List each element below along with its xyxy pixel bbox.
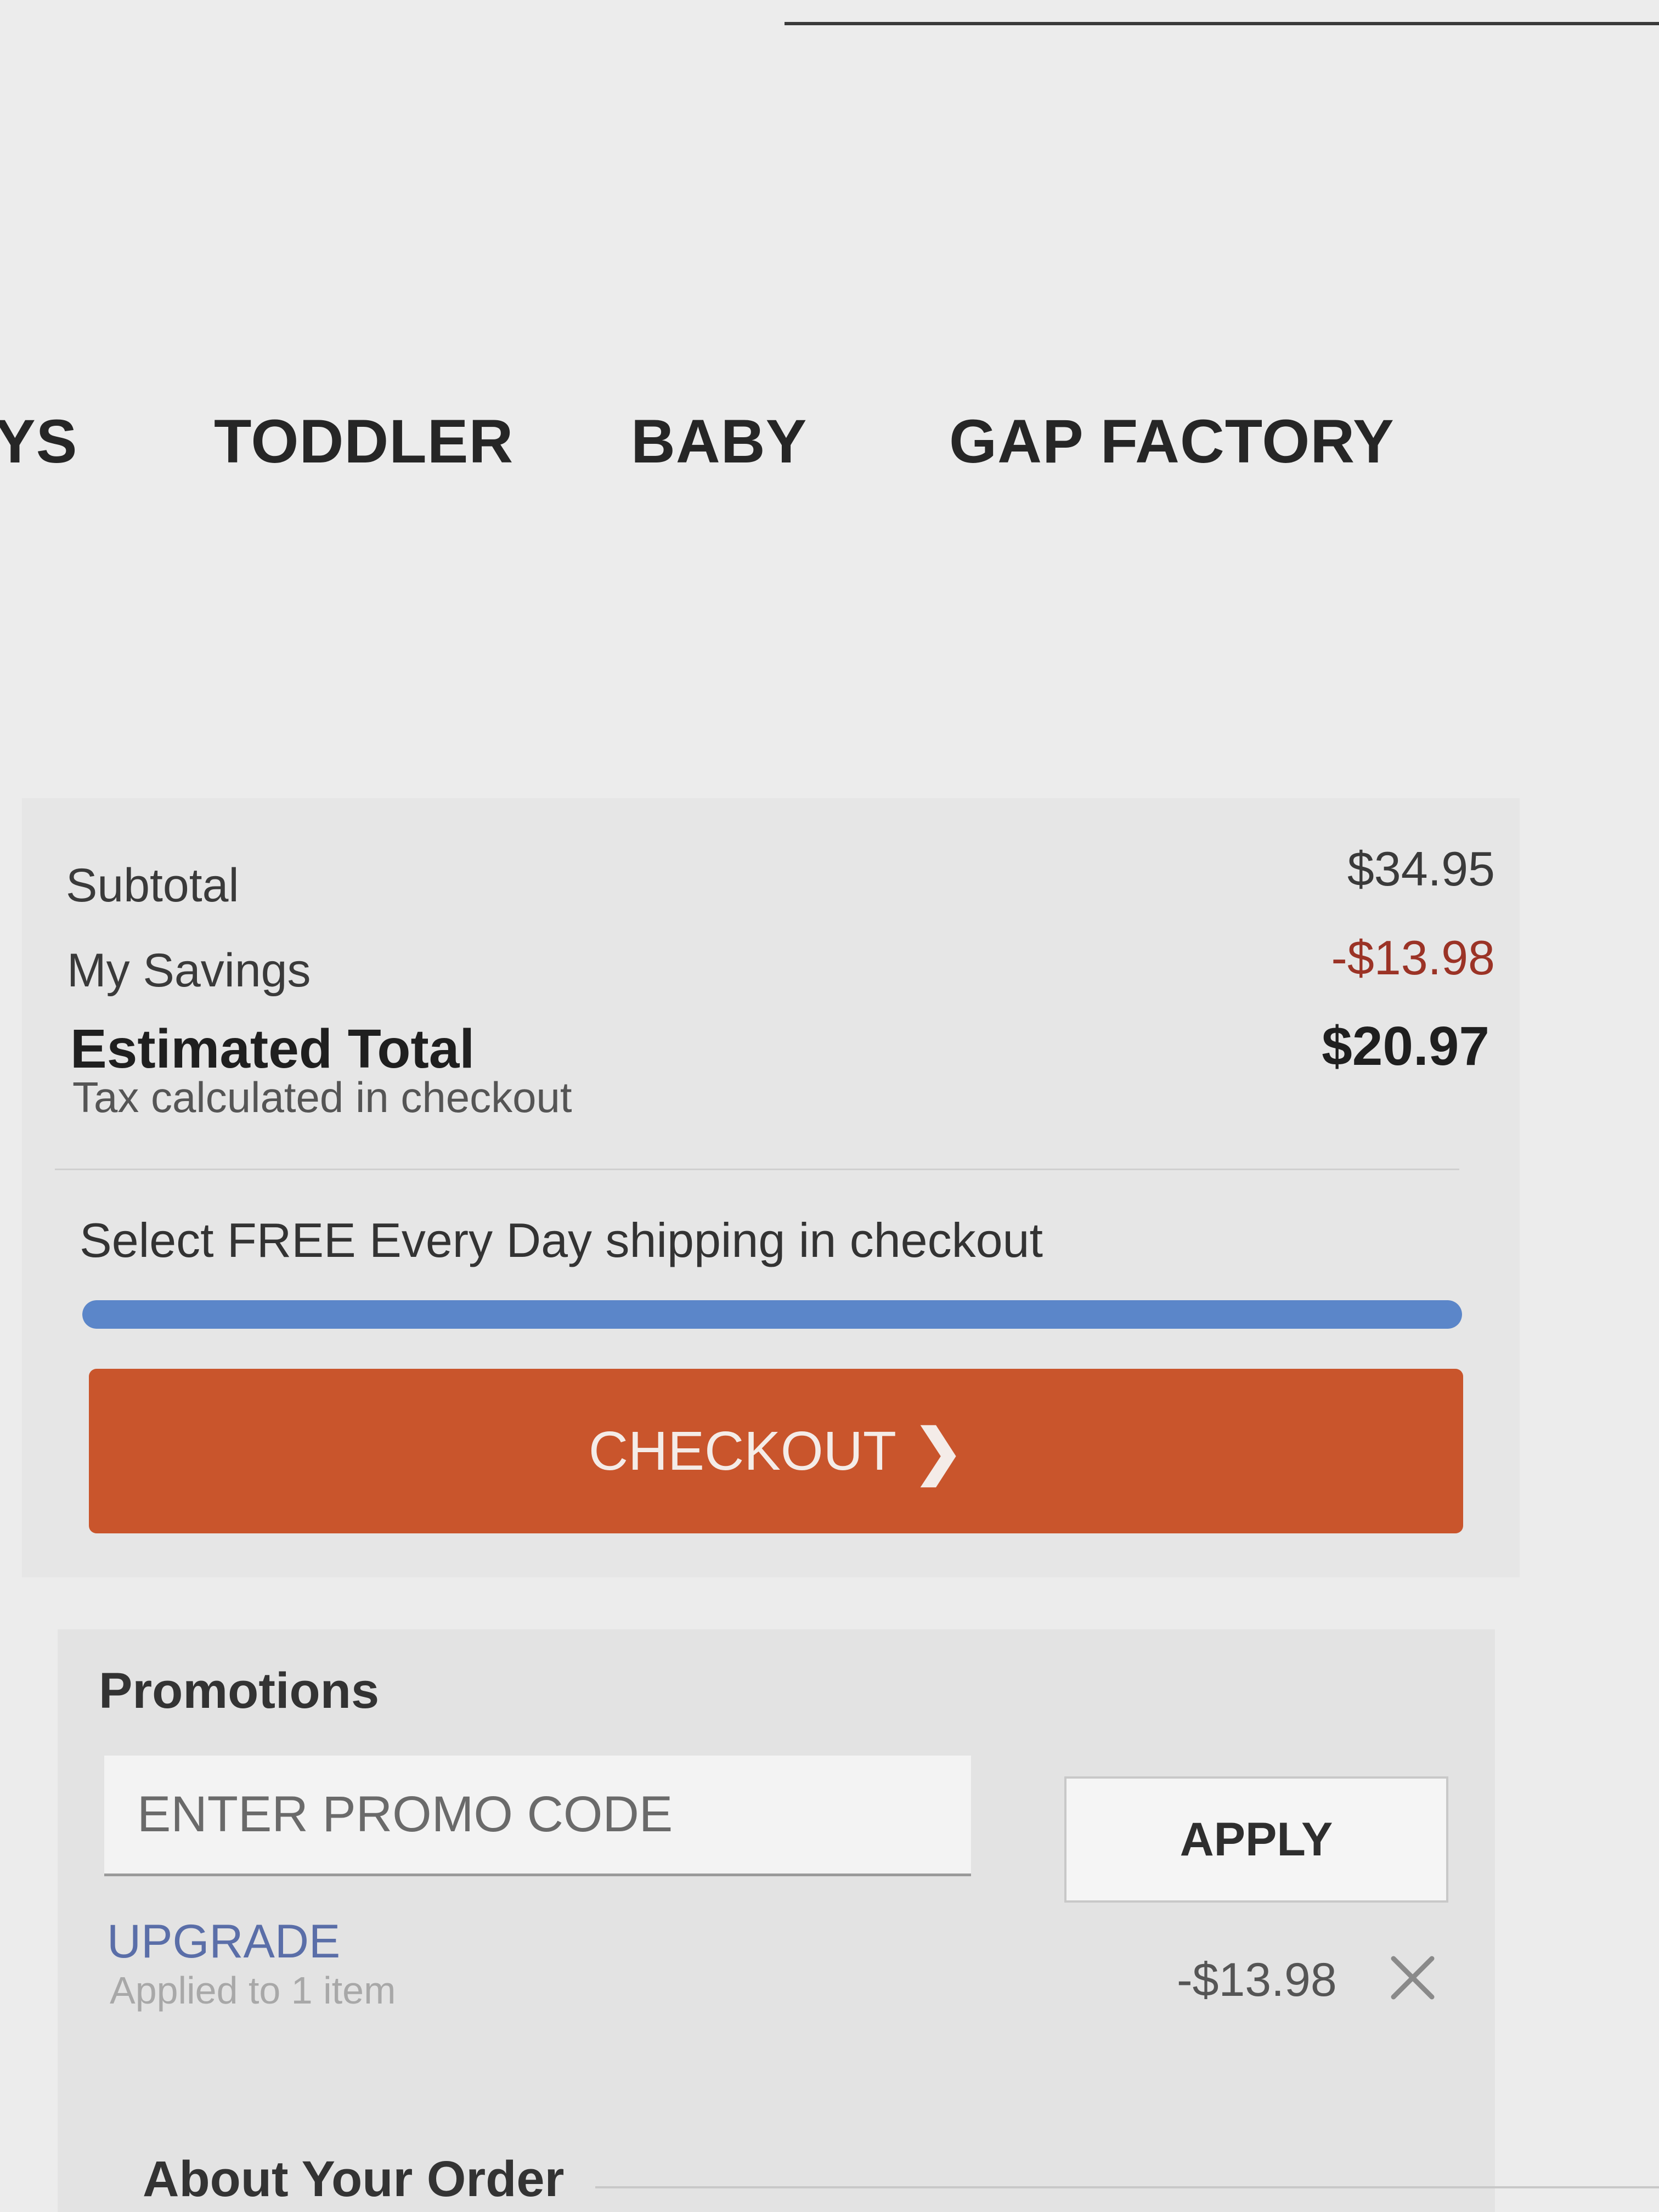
shipping-progress-fill (82, 1300, 1462, 1329)
checkout-button[interactable]: CHECKOUT ❯ (89, 1369, 1463, 1533)
checkout-label: CHECKOUT (588, 1420, 896, 1482)
nav-item-boys[interactable]: YS (0, 406, 77, 477)
shipping-message: Select FREE Every Day shipping in checko… (80, 1213, 1043, 1267)
subtotal-label: Subtotal (66, 859, 239, 912)
top-divider (785, 22, 1659, 25)
tax-note: Tax calculated in checkout (72, 1073, 572, 1121)
promotions-title: Promotions (99, 1663, 380, 1719)
savings-value: -$13.98 (1331, 930, 1495, 985)
promotions-panel: Promotions APPLY UPGRADE Applied to 1 it… (58, 1629, 1495, 2212)
applied-promo-amount: -$13.98 (1177, 1954, 1337, 2006)
about-divider (595, 2186, 1659, 2188)
estimated-total-value: $20.97 (1322, 1015, 1489, 1077)
nav-item-baby[interactable]: BABY (631, 406, 807, 477)
subtotal-value: $34.95 (1347, 842, 1495, 896)
nav-item-toddler[interactable]: TODDLER (214, 406, 514, 477)
applied-promo-code[interactable]: UPGRADE (107, 1915, 340, 1969)
close-icon[interactable] (1385, 1950, 1440, 2005)
promo-code-input[interactable] (104, 1756, 971, 1876)
shipping-progress-bar (82, 1300, 1462, 1329)
applied-promo-note: Applied to 1 item (110, 1969, 396, 2012)
summary-divider (55, 1169, 1459, 1170)
savings-label: My Savings (67, 944, 311, 997)
estimated-total-label: Estimated Total (70, 1018, 475, 1080)
apply-button[interactable]: APPLY (1064, 1776, 1448, 1903)
chevron-right-icon: ❯ (912, 1418, 964, 1485)
category-nav: YS TODDLER BABY GAP FACTORY (0, 406, 1659, 488)
nav-item-gap-factory[interactable]: GAP FACTORY (949, 406, 1395, 477)
about-your-order-heading[interactable]: About Your Order (143, 2151, 564, 2208)
